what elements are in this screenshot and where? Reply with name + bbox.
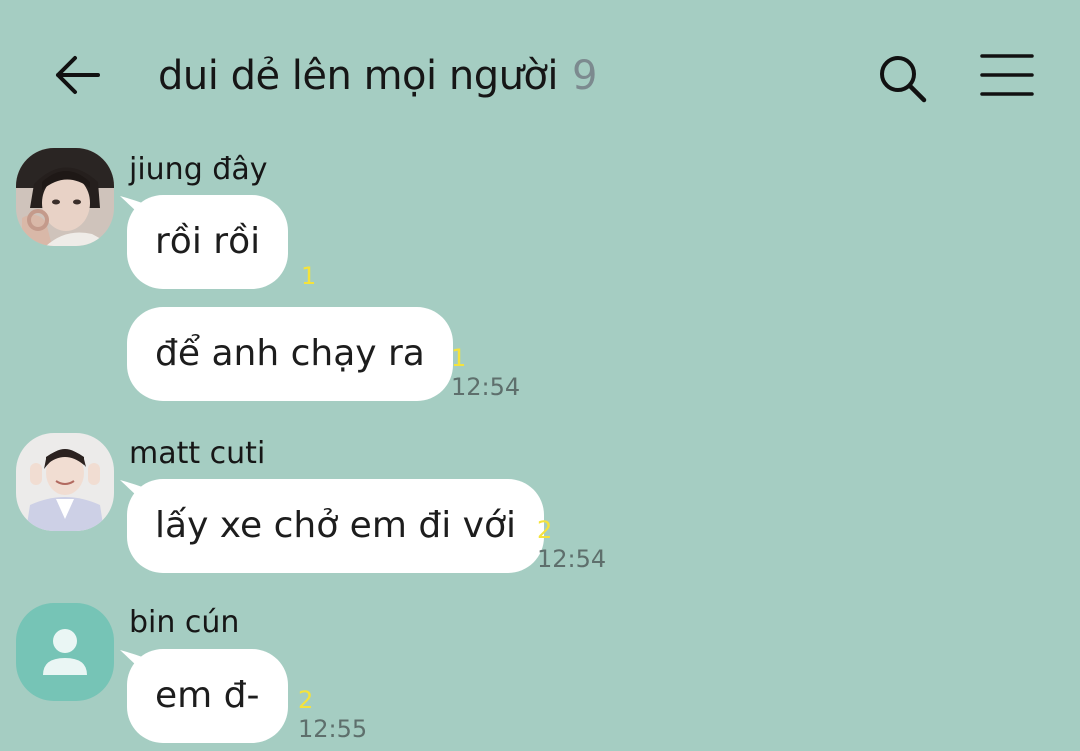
chat-room-name: dui dẻ lên mọi người [158, 53, 559, 99]
member-count: 9 [572, 53, 597, 99]
unread-count: 1 [451, 344, 467, 372]
sender-name: jiung đây [129, 152, 268, 187]
message-timestamp: 12:54 [537, 545, 607, 573]
unread-count: 2 [537, 516, 553, 544]
unread-count: 1 [301, 262, 317, 290]
sender-name: matt cuti [129, 436, 266, 471]
chat-title: dui dẻ lên mọi người 9 [158, 48, 597, 104]
message-bubble[interactable]: lấy xe chở em đi với [127, 479, 544, 573]
message-bubble[interactable]: để anh chạy ra [127, 307, 453, 401]
back-arrow-icon[interactable] [50, 48, 104, 102]
message-timestamp: 12:54 [451, 373, 521, 401]
sender-name: bin cún [129, 605, 240, 640]
default-avatar[interactable] [16, 603, 114, 701]
profile-photo-icon [16, 433, 114, 531]
message-bubble[interactable]: em đ- [127, 649, 288, 743]
avatar-jiung[interactable] [16, 148, 114, 246]
hamburger-menu-icon[interactable] [978, 52, 1036, 98]
message-timestamp: 12:55 [298, 715, 368, 743]
person-silhouette-icon [43, 629, 87, 675]
profile-photo-icon [16, 148, 114, 246]
search-icon[interactable] [874, 50, 930, 106]
message-bubble[interactable]: rồi rồi [127, 195, 289, 289]
chat-header: dui dẻ lên mọi người 9 [0, 0, 1080, 150]
unread-count: 2 [298, 686, 314, 714]
avatar-matt[interactable] [16, 433, 114, 531]
